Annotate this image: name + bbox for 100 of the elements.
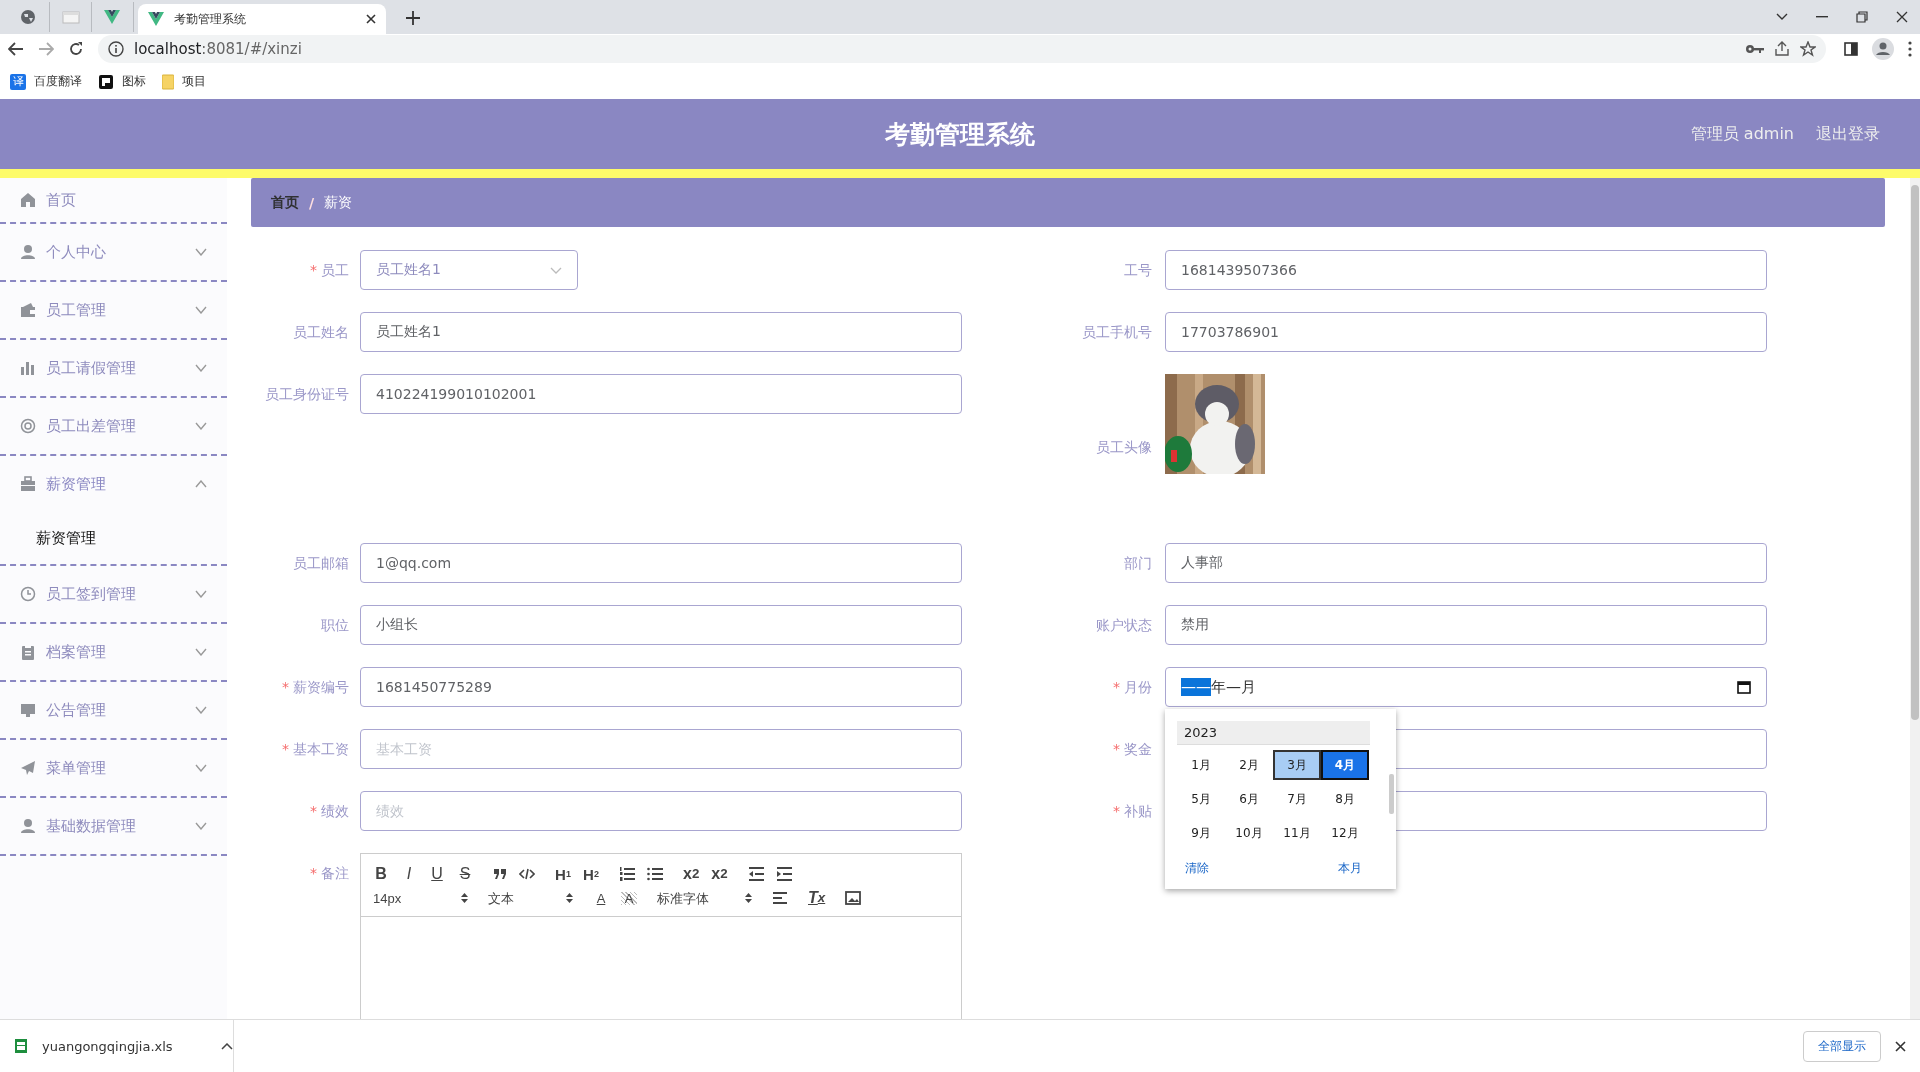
field-label: 部门 [1123,554,1152,573]
input-field[interactable]: 绩效 [360,791,962,831]
month-option[interactable]: 11月 [1273,818,1321,848]
back-icon[interactable] [8,42,24,56]
field-label: * 补贴 [1112,802,1152,821]
minimize-icon[interactable] [1816,16,1828,18]
star-icon[interactable] [1800,41,1816,57]
paper-plane-icon [20,760,36,776]
clear-link[interactable]: 清除 [1185,860,1209,877]
field-label: * 员工 [309,261,349,280]
align-left-icon[interactable] [772,892,788,904]
vue-logo-icon [148,11,166,27]
outdent-icon[interactable] [747,867,764,881]
address-bar[interactable]: localhost:8081/#/xinzi [98,35,1826,63]
input-field[interactable]: 人事部 [1165,543,1767,583]
month-option[interactable]: 9月 [1177,818,1225,848]
close-icon[interactable] [1896,11,1908,23]
field-label: 员工邮箱 [292,554,349,573]
translate-icon: 译 [10,73,26,90]
menu-icon[interactable] [1908,41,1912,57]
home-icon [20,192,36,208]
month-option[interactable]: 12月 [1321,818,1369,848]
clock-icon [20,586,36,602]
field-label: 账户状态 [1095,616,1152,635]
input-field[interactable]: 17703786901 [1165,312,1767,352]
month-option[interactable]: 4月 [1321,750,1369,780]
info-icon[interactable] [108,41,124,57]
underline-button[interactable]: U [429,866,445,882]
input-field[interactable]: 禁用 [1165,605,1767,645]
share-icon[interactable] [1774,41,1790,57]
month-option[interactable]: 7月 [1273,784,1321,814]
key-icon[interactable] [1746,44,1764,54]
indent-icon[interactable] [775,867,792,881]
month-option[interactable]: 1月 [1177,750,1225,780]
folder-icon [162,73,174,90]
month-option[interactable]: 8月 [1321,784,1369,814]
input-field[interactable]: 基本工资 [360,729,962,769]
bookmark[interactable]: 项目 [162,73,206,90]
italic-button[interactable]: I [401,866,417,882]
toolbar-select[interactable]: 标准字体 [657,891,752,905]
monitor-icon [20,702,36,718]
lifebuoy-icon [20,418,36,434]
field-label: 员工身份证号 [264,385,349,404]
toolbar-select[interactable]: 14px [373,891,468,905]
month-option[interactable]: 6月 [1225,784,1273,814]
field-label: * 月份 [1112,678,1152,697]
reload-icon[interactable] [68,41,84,57]
text-color-button[interactable]: A [593,891,609,905]
sidebar-subitem[interactable]: 薪资管理 [0,512,227,564]
month-option[interactable]: 10月 [1225,818,1273,848]
input-field[interactable]: 410224199010102001 [360,374,962,414]
scrollbar-thumb[interactable] [1911,185,1919,720]
browser-tab[interactable]: 考勤管理系统 [138,4,386,34]
close-icon[interactable] [366,14,376,24]
close-icon[interactable] [1895,1040,1906,1052]
vue-logo-icon [103,9,122,25]
profile-icon[interactable] [1872,38,1894,60]
bold-button[interactable]: B [373,866,389,882]
field-label: 员工姓名 [292,323,349,342]
code-icon[interactable] [519,868,535,880]
input-field[interactable]: 1681439507366 [1165,250,1767,290]
field-label: * 奖金 [1112,740,1152,759]
input-field[interactable]: 员工姓名1 [360,312,962,352]
flag-icon [98,73,114,90]
numbered-list-icon[interactable] [619,867,635,881]
url-text: localhost:8081/#/xinzi [134,40,302,58]
image-icon[interactable] [845,891,862,905]
bookmark[interactable]: 图标 [98,73,146,90]
page-icon [61,9,80,25]
calendar-icon[interactable] [1737,680,1751,694]
breadcrumb-separator: / [309,194,315,211]
this-month-link[interactable]: 本月 [1338,860,1362,877]
input-field[interactable]: 小组长 [360,605,962,645]
highlight-button[interactable]: A [621,891,637,905]
quote-icon[interactable] [493,868,507,880]
globe-icon [19,9,38,25]
field-label: * 薪资编号 [281,678,349,697]
strikethrough-button[interactable]: S [457,866,473,882]
input-field[interactable]: 1@qq.com [360,543,962,583]
bullet-list-icon[interactable] [647,867,663,881]
bookmark[interactable]: 译 百度翻译 [10,73,82,90]
field-label: 员工手机号 [1081,323,1152,342]
spreadsheet-icon [14,1038,28,1054]
month-option[interactable]: 3月 [1273,750,1321,780]
breadcrumb-item: 薪资 [324,193,353,212]
field-label: * 备注 [309,864,349,883]
new-tab-icon[interactable] [406,11,420,25]
wallet-icon [20,302,36,318]
side-panel-icon[interactable] [1844,42,1858,56]
input-field[interactable]: 1681450775289 [360,667,962,707]
restore-icon[interactable] [1856,11,1868,23]
breadcrumb-item[interactable]: 首页 [271,193,299,212]
toolbar-select[interactable]: 文本 [488,891,573,905]
show-all-button[interactable]: 全部显示 [1803,1030,1881,1062]
clipboard-icon [20,644,36,660]
download-item[interactable]: yuangongqingjia.xls [14,1019,234,1072]
scrollbar-thumb [1389,774,1394,814]
month-option[interactable]: 5月 [1177,784,1225,814]
month-option[interactable]: 2月 [1225,750,1273,780]
chevron-down-icon[interactable] [1776,13,1788,21]
